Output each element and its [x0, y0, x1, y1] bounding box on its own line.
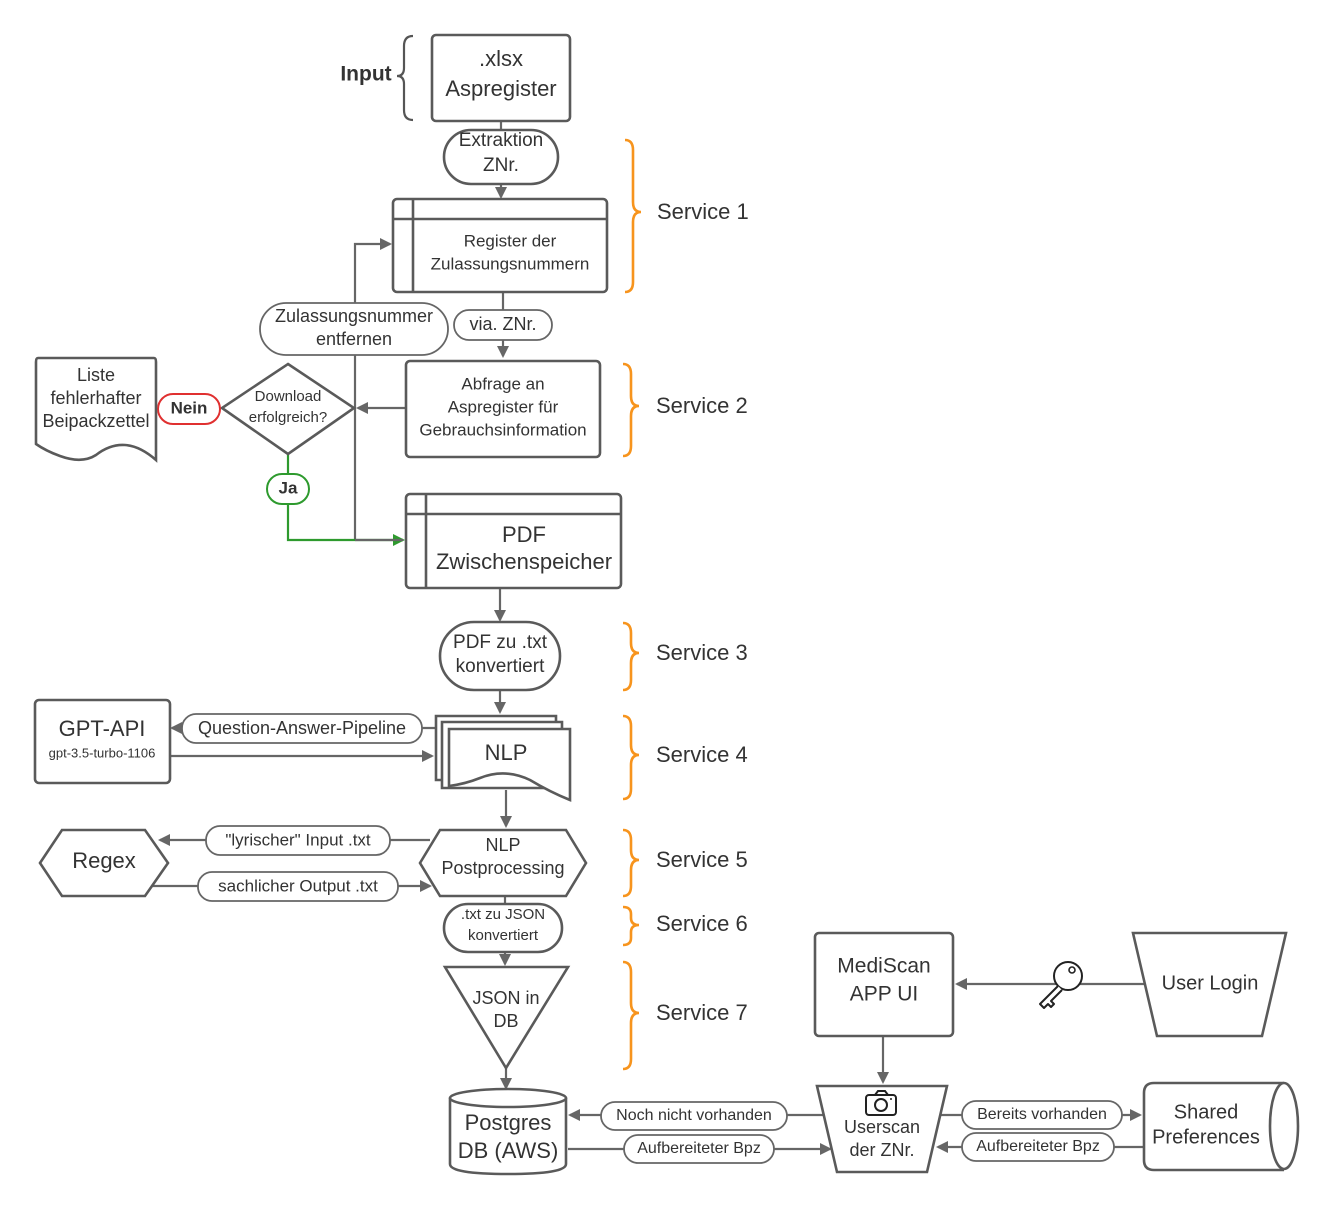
via-znr-label: via. ZNr.: [453, 309, 553, 341]
json-db-line1: JSON in: [472, 988, 539, 1008]
extraktion-line2: ZNr.: [483, 155, 519, 176]
postgres-line2: DB (AWS): [458, 1138, 559, 1163]
download-decision[interactable]: Download erfolgreich?: [219, 362, 357, 456]
lyrischer-text: "lyrischer" Input .txt: [225, 830, 371, 849]
via-znr-text: via. ZNr.: [469, 314, 536, 334]
flowchart: Input .xlsx Aspregister Extraktion ZNr. …: [33, 33, 1300, 1176]
service-5-label: Service 5: [656, 847, 748, 872]
service-2-label: Service 2: [656, 393, 748, 418]
nein-text: Nein: [171, 398, 208, 417]
service-6-label: Service 6: [656, 911, 748, 936]
sachlicher-text: sachlicher Output .txt: [218, 876, 378, 895]
extraktion-node[interactable]: Extraktion ZNr.: [442, 128, 560, 186]
entfernen-line1: Zulassungsnummer: [275, 306, 433, 326]
service-3-brace: [622, 621, 640, 692]
xlsx-line2: Aspregister: [445, 76, 556, 101]
gpt-api-node[interactable]: GPT-API gpt-3.5-turbo-1106: [33, 698, 172, 785]
abfrage-line1: Abfrage an: [461, 374, 544, 393]
bereits-text: Bereits vorhanden: [977, 1106, 1107, 1123]
service-1-brace: [624, 138, 642, 294]
pdf-line2: Zwischenspeicher: [436, 549, 612, 574]
abfrage-line3: Gebrauchsinformation: [419, 420, 586, 439]
service-2-brace: [622, 362, 640, 458]
json-db-line2: DB: [493, 1011, 518, 1031]
user-login-text: User Login: [1162, 972, 1259, 994]
liste-line2: fehlerhafter: [50, 388, 141, 408]
liste-node[interactable]: Liste fehlerhafter Beipackzettel: [34, 356, 158, 463]
lyrischer-label: "lyrischer" Input .txt: [205, 825, 391, 856]
service-3-label: Service 3: [656, 640, 748, 665]
service-7-label: Service 7: [656, 1000, 748, 1025]
service-1-label: Service 1: [657, 199, 749, 224]
txt-json-line1: .txt zu JSON: [461, 906, 545, 923]
noch-nicht-label: Noch nicht vorhanden: [600, 1101, 788, 1131]
nein-label: Nein: [157, 393, 221, 425]
input-group: Input .xlsx Aspregister: [340, 33, 572, 123]
mediscan-line2: APP UI: [850, 983, 918, 1006]
ja-label: Ja: [266, 473, 310, 505]
nlp-text: NLP: [485, 740, 528, 765]
userscan-line2: der ZNr.: [849, 1140, 914, 1160]
nlp-postprocessing-node[interactable]: NLP Postprocessing: [418, 828, 588, 898]
pdf-txt-node[interactable]: PDF zu .txt konvertiert: [438, 620, 562, 692]
regex-node[interactable]: Regex: [38, 828, 170, 898]
mediscan-line1: MediScan: [837, 955, 930, 978]
aufbereitet-right-label: Aufbereiteter Bpz: [961, 1132, 1115, 1162]
input-label: Input: [340, 63, 391, 86]
pdf-txt-line1: PDF zu .txt: [453, 632, 548, 653]
register-line1: Register der: [464, 231, 557, 250]
txt-json-node[interactable]: .txt zu JSON konvertiert: [442, 902, 564, 954]
service-7-brace: [622, 960, 640, 1071]
register-node[interactable]: Register der Zulassungsnummern: [391, 197, 609, 294]
post-line1: NLP: [485, 835, 520, 855]
pdf-txt-line2: konvertiert: [456, 656, 545, 677]
noch-nicht-text: Noch nicht vorhanden: [616, 1107, 772, 1124]
service-braces: Service 1 Service 2 Service 3 Service 4 …: [622, 138, 749, 1071]
bereits-label: Bereits vorhanden: [961, 1100, 1123, 1130]
aufbereitet-left-text: Aufbereiteter Bpz: [637, 1140, 761, 1157]
ja-text: Ja: [279, 478, 298, 497]
shared-preferences-node[interactable]: Shared Preferences: [1142, 1081, 1300, 1172]
download-line2: erfolgreich?: [249, 409, 327, 426]
qa-pipeline-text: Question-Answer-Pipeline: [198, 718, 406, 738]
user-login-node[interactable]: User Login: [1131, 931, 1288, 1038]
entfernen-line2: entfernen: [316, 329, 392, 349]
entfernen-label: Zulassungsnummer entfernen: [259, 302, 449, 356]
postgres-node[interactable]: Postgres DB (AWS): [448, 1087, 568, 1176]
userscan-line1: Userscan: [844, 1117, 920, 1137]
edge-entfernen-register: [353, 238, 392, 540]
service-6-brace: [622, 905, 640, 947]
postgres-line1: Postgres: [465, 1110, 552, 1135]
edges: [150, 121, 1145, 1155]
shared-line1: Shared: [1174, 1101, 1239, 1123]
download-line1: Download: [255, 388, 322, 405]
pdf-zwischenspeicher-node[interactable]: PDF Zwischenspeicher: [404, 492, 623, 590]
regex-text: Regex: [72, 848, 136, 873]
input-brace: [396, 34, 414, 122]
liste-line3: Beipackzettel: [42, 411, 149, 431]
gpt-title: GPT-API: [59, 716, 146, 741]
extraktion-line1: Extraktion: [459, 130, 543, 151]
xlsx-line1: .xlsx: [479, 46, 523, 71]
sachlicher-label: sachlicher Output .txt: [197, 871, 399, 902]
nlp-node[interactable]: NLP: [434, 714, 572, 802]
userscan-node[interactable]: Userscan der ZNr.: [815, 1084, 949, 1174]
abfrage-node[interactable]: Abfrage an Aspregister für Gebrauchsinfo…: [404, 359, 602, 459]
aufbereitet-left-label: Aufbereiteter Bpz: [623, 1134, 775, 1164]
json-db-node[interactable]: JSON in DB: [442, 965, 571, 1071]
gpt-model: gpt-3.5-turbo-1106: [49, 745, 156, 760]
service-4-label: Service 4: [656, 742, 748, 767]
register-line2: Zulassungsnummern: [431, 254, 590, 273]
post-line2: Postprocessing: [441, 858, 564, 878]
aufbereitet-right-text: Aufbereiteter Bpz: [976, 1138, 1100, 1155]
pdf-line1: PDF: [502, 522, 546, 547]
qa-pipeline-label: Question-Answer-Pipeline: [181, 713, 423, 744]
service-4-brace: [622, 714, 640, 801]
txt-json-line2: konvertiert: [468, 927, 539, 944]
mediscan-node[interactable]: MediScan APP UI: [813, 931, 955, 1038]
abfrage-line2: Aspregister für: [448, 397, 559, 416]
service-5-brace: [622, 828, 640, 898]
liste-line1: Liste: [77, 365, 115, 385]
shared-line2: Preferences: [1152, 1126, 1260, 1148]
